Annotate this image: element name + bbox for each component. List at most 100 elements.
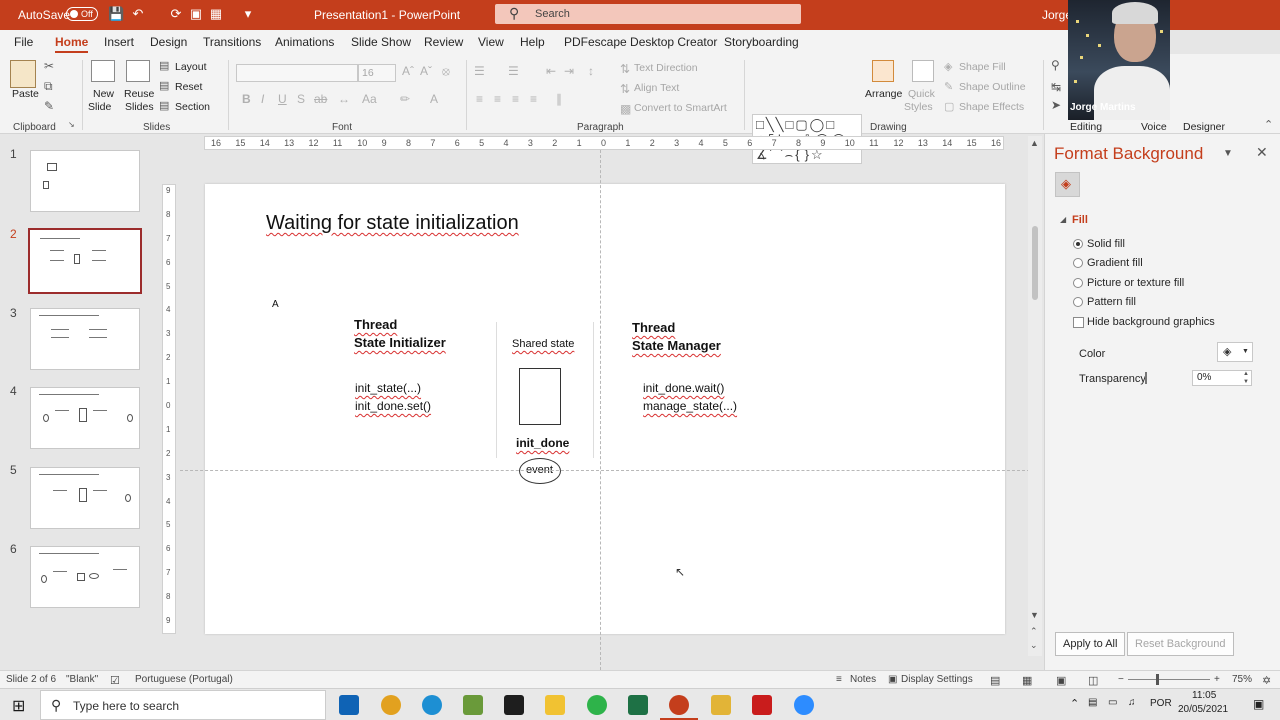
arrange-button[interactable]: Arrange bbox=[865, 88, 902, 100]
horizontal-guide[interactable] bbox=[180, 470, 1030, 471]
paste-icon[interactable] bbox=[10, 60, 36, 88]
left-code-1[interactable]: init_state(...) bbox=[355, 381, 421, 395]
previous-slide-icon[interactable]: ⌃ bbox=[1030, 626, 1038, 637]
tab-home[interactable]: Home bbox=[55, 35, 89, 53]
layout-button[interactable]: Layout bbox=[175, 61, 207, 73]
normal-view-icon[interactable]: ▤ bbox=[990, 674, 1000, 687]
next-slide-icon[interactable]: ⌄ bbox=[1030, 640, 1038, 651]
tab-design[interactable]: Design bbox=[150, 35, 187, 49]
python-icon[interactable] bbox=[711, 695, 731, 715]
slide-sorter-icon[interactable]: ▦ bbox=[1022, 674, 1032, 687]
shape-effects-button[interactable]: Shape Effects bbox=[959, 101, 1024, 113]
cut-icon[interactable]: ✂ bbox=[44, 59, 54, 73]
spinner-icon[interactable]: ▲ ▼ bbox=[1243, 370, 1249, 386]
reset-background-button[interactable]: Reset Background bbox=[1127, 632, 1234, 656]
display-settings-button[interactable]: Display Settings bbox=[901, 674, 973, 685]
align-left-icon[interactable]: ≡ bbox=[476, 92, 483, 106]
left-heading-1[interactable]: Thread bbox=[354, 317, 397, 332]
tab-review[interactable]: Review bbox=[424, 35, 463, 49]
tab-animations[interactable]: Animations bbox=[275, 35, 334, 49]
numbering-icon[interactable]: ☰ bbox=[508, 64, 519, 78]
line-spacing-icon[interactable]: ↕ bbox=[588, 64, 594, 78]
picture-fill-radio[interactable] bbox=[1073, 278, 1083, 288]
highlight-icon[interactable]: ✏ bbox=[400, 92, 410, 106]
app-icon[interactable] bbox=[463, 695, 483, 715]
slide-thumbnail-4[interactable] bbox=[30, 387, 140, 449]
right-heading-1[interactable]: Thread bbox=[632, 320, 675, 335]
reuse-slides-label-1[interactable]: Reuse bbox=[124, 88, 154, 100]
picture-fill-label[interactable]: Picture or texture fill bbox=[1087, 277, 1184, 289]
align-text-button[interactable]: Align Text bbox=[634, 82, 679, 94]
hide-background-label[interactable]: Hide background graphics bbox=[1087, 316, 1215, 328]
terminal-icon[interactable] bbox=[504, 695, 524, 715]
font-family-combo[interactable] bbox=[236, 64, 358, 82]
slide-thumbnail-5[interactable] bbox=[30, 467, 140, 529]
bold-icon[interactable]: B bbox=[242, 92, 251, 106]
scroll-down-icon[interactable]: ▼ bbox=[1030, 610, 1039, 620]
pattern-fill-radio[interactable] bbox=[1073, 297, 1083, 307]
autosave-toggle[interactable]: Off bbox=[66, 7, 98, 21]
shared-state-label[interactable]: Shared state bbox=[512, 338, 574, 350]
scroll-up-icon[interactable]: ▲ bbox=[1030, 138, 1039, 148]
notes-button[interactable]: Notes bbox=[850, 674, 876, 685]
undo-icon[interactable]: ↶ bbox=[130, 6, 146, 22]
shape-outline-button[interactable]: Shape Outline bbox=[959, 81, 1026, 93]
right-code-1[interactable]: init_done.wait() bbox=[643, 381, 724, 395]
solid-fill-radio[interactable] bbox=[1073, 239, 1083, 249]
search-box[interactable]: ⚲ Search bbox=[495, 4, 801, 24]
shared-state-box[interactable] bbox=[519, 368, 561, 425]
voice-group-label[interactable]: Voice bbox=[1141, 121, 1167, 133]
section-button[interactable]: Section bbox=[175, 101, 210, 113]
tab-storyboarding[interactable]: Storyboarding bbox=[724, 35, 799, 49]
volume-icon[interactable]: ♫ bbox=[1128, 697, 1136, 708]
strikethrough-icon[interactable]: ab bbox=[314, 92, 327, 106]
replace-icon[interactable]: ↹ bbox=[1051, 80, 1061, 94]
slide-thumbnail-6[interactable] bbox=[30, 546, 140, 608]
copy-icon[interactable]: ⧉ bbox=[44, 79, 53, 94]
clear-formatting-icon[interactable]: ⦻ bbox=[442, 64, 450, 79]
hide-background-checkbox[interactable] bbox=[1073, 317, 1084, 328]
find-icon[interactable]: ⚲ bbox=[1051, 58, 1060, 72]
change-case-icon[interactable]: Aa bbox=[362, 92, 377, 106]
reset-button[interactable]: Reset bbox=[175, 81, 202, 93]
outlook-icon[interactable] bbox=[339, 695, 359, 715]
reuse-slides-icon[interactable] bbox=[126, 60, 150, 82]
powerpoint-icon[interactable] bbox=[669, 695, 689, 715]
editing-group-label[interactable]: Editing bbox=[1070, 121, 1102, 133]
italic-icon[interactable]: I bbox=[261, 92, 264, 106]
collapse-ribbon-icon[interactable]: ⌃ bbox=[1264, 118, 1273, 131]
font-color-icon[interactable]: A bbox=[430, 92, 438, 106]
start-icon[interactable]: ▦ bbox=[208, 6, 224, 22]
notification-icon[interactable]: ▣ bbox=[1253, 697, 1264, 711]
clock-date[interactable]: 20/05/2021 bbox=[1178, 704, 1228, 715]
tab-transitions[interactable]: Transitions bbox=[203, 35, 261, 49]
zoom-slider-track[interactable] bbox=[1128, 679, 1210, 680]
zoom-out-icon[interactable]: − bbox=[1118, 674, 1124, 685]
vertical-guide[interactable] bbox=[600, 150, 601, 670]
align-right-icon[interactable]: ≡ bbox=[512, 92, 519, 106]
close-icon[interactable]: ✕ bbox=[1256, 144, 1268, 161]
fit-slide-icon[interactable]: ✡ bbox=[1262, 674, 1271, 687]
color-picker-button[interactable]: ◈ ▼ bbox=[1217, 342, 1253, 362]
text-direction-button[interactable]: Text Direction bbox=[634, 62, 698, 74]
collapse-section-icon[interactable]: ◢ bbox=[1060, 215, 1066, 224]
input-language[interactable]: POR bbox=[1150, 698, 1172, 709]
windows-start-icon[interactable]: ⊞ bbox=[12, 696, 25, 716]
customize-qat-icon[interactable]: ▾ bbox=[240, 6, 256, 22]
clipboard-launcher-icon[interactable]: ↘ bbox=[68, 120, 75, 129]
increase-indent-icon[interactable]: ⇥ bbox=[564, 64, 574, 78]
gradient-fill-label[interactable]: Gradient fill bbox=[1087, 257, 1143, 269]
present-icon[interactable]: ▣ bbox=[188, 6, 204, 22]
increase-font-icon[interactable]: Aˆ bbox=[402, 64, 414, 78]
tab-help[interactable]: Help bbox=[520, 35, 545, 49]
slide-title[interactable]: Waiting for state initialization bbox=[266, 212, 519, 235]
new-slide-label-2[interactable]: Slide bbox=[88, 101, 111, 113]
right-heading-2[interactable]: State Manager bbox=[632, 338, 721, 353]
zoom-icon[interactable] bbox=[794, 695, 814, 715]
tab-slide-show[interactable]: Slide Show bbox=[351, 35, 411, 49]
left-code-2[interactable]: init_done.set() bbox=[355, 399, 431, 413]
decrease-font-icon[interactable]: Aˇ bbox=[420, 64, 432, 78]
convert-smartart-button[interactable]: Convert to SmartArt bbox=[634, 102, 727, 114]
select-icon[interactable]: ➤ bbox=[1051, 98, 1061, 112]
tab-file[interactable]: File bbox=[14, 35, 33, 49]
